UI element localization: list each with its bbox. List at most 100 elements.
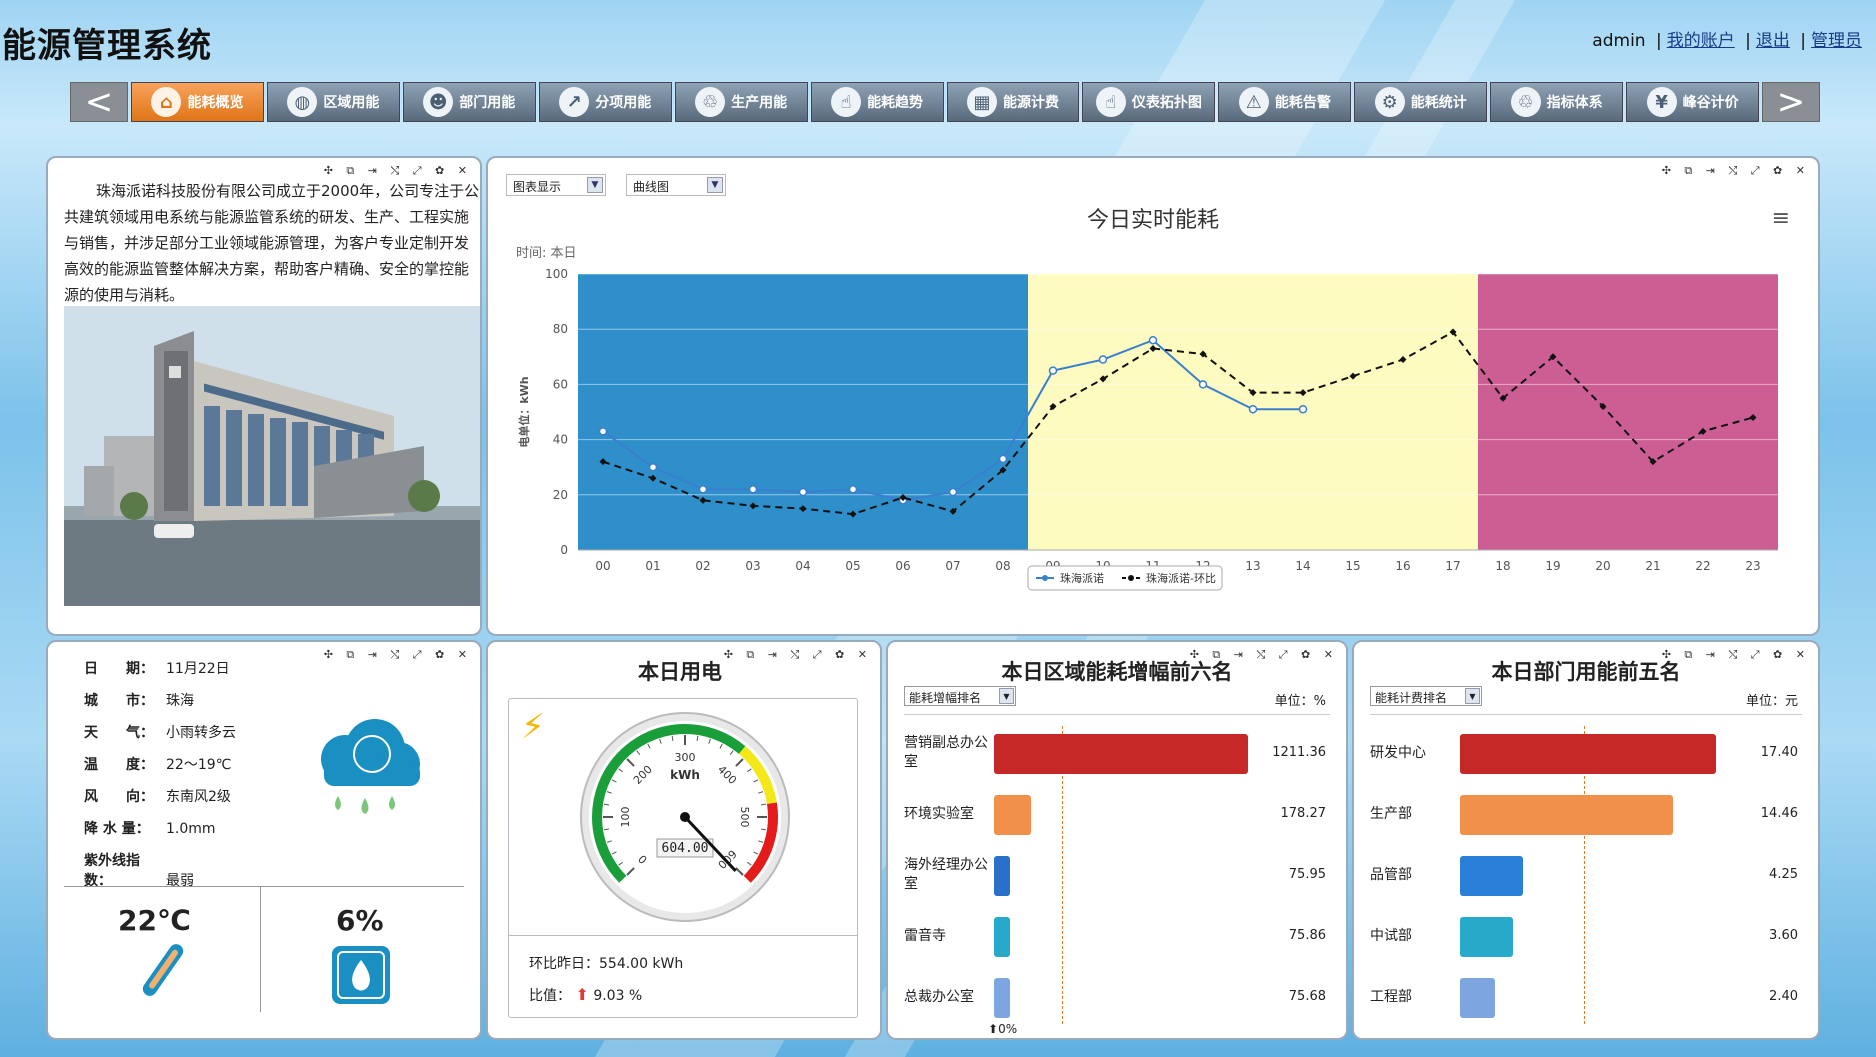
recycle-icon: ♲ — [695, 87, 726, 117]
electricity-title: 本日用电 — [638, 660, 722, 684]
legend-marker — [1128, 575, 1134, 581]
panel-toolbar[interactable]: ✣ ⧉ ⇥ ⤭ ⤢ ✿ ✕ — [724, 648, 872, 662]
weather-key: 城 市： — [84, 693, 154, 709]
nav-item-7[interactable]: ☝ 仪表拓扑图 — [1082, 82, 1216, 122]
gauge-box: ⚡ 0 100 200 300 400 500 600 kWh 604.00 环比昨日：554.… — [508, 698, 858, 1018]
arrow-up-icon: ⬆ — [988, 1022, 999, 1036]
rank-value: 1211.36 — [1272, 745, 1326, 760]
weather-key: 温 度： — [84, 757, 154, 773]
nav-item-8[interactable]: ⚠ 能耗告警 — [1218, 82, 1352, 122]
rank-label: 研发中心 — [1370, 745, 1426, 761]
rank-value: 17.40 — [1760, 745, 1798, 760]
rank-bar — [1460, 978, 1496, 1018]
gauge-hub — [680, 812, 690, 822]
thermometer-icon — [142, 944, 184, 996]
panel-toolbar[interactable]: ✣ ⧉ ⇥ ⤭ ⤢ ✿ ✕ — [324, 648, 472, 662]
admin-link[interactable]: 管理员 — [1811, 31, 1862, 51]
data-point — [798, 487, 808, 497]
gauge-tick-label: 500 — [738, 807, 751, 828]
rank-bar — [994, 795, 1032, 835]
data-point — [748, 485, 758, 494]
rank-value: 2.40 — [1769, 989, 1798, 1004]
dept-rank-select[interactable]: 能耗计费排名 ▼ — [1370, 686, 1482, 706]
nav-item-9[interactable]: ⚙ 能耗统计 — [1354, 82, 1488, 122]
ratio-value: 9.03 % — [593, 988, 643, 1004]
username: admin — [1592, 31, 1646, 51]
rank-bar — [994, 856, 1010, 896]
rank-bar — [994, 734, 1248, 774]
money-icon: ¥ — [1646, 87, 1677, 117]
nav-item-1[interactable]: ◍ 区域用能 — [266, 82, 400, 122]
rank-value: 178.27 — [1280, 806, 1327, 821]
nav-item-10[interactable]: ♲ 指标体系 — [1490, 82, 1624, 122]
my-account-link[interactable]: 我的账户 — [1667, 31, 1735, 51]
warning-icon: ⚠ — [1238, 87, 1269, 117]
weather-key: 降 水 量： — [84, 821, 150, 837]
x-tick-label: 21 — [1645, 559, 1660, 573]
x-tick-label: 16 — [1395, 559, 1410, 573]
gears-icon: ⚙ — [1374, 87, 1405, 117]
x-tick-label: 20 — [1595, 559, 1610, 573]
company-intro-text: 珠海派诺科技股份有限公司成立于2000年，公司专注于公共建筑领域用电系统与能源监… — [64, 182, 480, 304]
recycle-icon: ♲ — [1510, 87, 1541, 117]
yesterday-comparison: 环比昨日：554.00 kWh — [529, 956, 684, 972]
chevron-down-icon: ▼ — [1465, 688, 1480, 704]
rank-label: 雷音寺 — [904, 928, 946, 944]
rank-value: 4.25 — [1769, 867, 1798, 882]
weather-value: 东南风2级 — [166, 789, 231, 805]
nav-item-label: 能耗统计 — [1410, 95, 1467, 111]
rank-label: 环境实验室 — [904, 806, 974, 822]
rank-bar — [1460, 917, 1513, 957]
nav-item-0[interactable]: ⌂ 能耗概览 — [131, 82, 264, 122]
region-rank-select[interactable]: 能耗增幅排名 ▼ — [904, 686, 1016, 706]
electricity-gauge: 0100200300400500600kWh604.00 — [580, 712, 790, 922]
data-point — [598, 427, 608, 436]
legend-label: 珠海派诺-环比 — [1146, 571, 1216, 585]
x-tick-label: 06 — [895, 559, 910, 573]
nav-item-11[interactable]: ¥ 峰谷计价 — [1626, 82, 1760, 122]
y-tick-label: 20 — [553, 488, 568, 502]
weather-key: 风 向： — [84, 789, 154, 805]
nav-item-label: 能源计费 — [1002, 95, 1059, 111]
people-icon: ☻ — [423, 87, 454, 117]
y-tick-label: 80 — [553, 322, 568, 336]
dept-rank-panel: ✣ ⧉ ⇥ ⤭ ⤢ ✿ ✕ 本日部门用能前五名 能耗计费排名 ▼ 单位：元 研发… — [1352, 640, 1820, 1040]
nav-items: ⌂ 能耗概览 ◍ 区域用能 ☻ 部门用能 ↗ 分项用能 ♲ 生产用能 ☝ 能耗趋势 ▦ 能源计费 ☝ 仪表拓扑… — [131, 82, 1760, 122]
weather-row: 降 水 量： 1.0mm — [84, 818, 216, 838]
panel-toolbar[interactable]: ✣ ⧉ ⇥ ⤭ ⤢ ✿ ✕ — [324, 164, 472, 178]
nav-item-label: 峰谷计价 — [1682, 95, 1739, 111]
x-tick-label: 15 — [1345, 559, 1360, 573]
nav-item-2[interactable]: ☻ 部门用能 — [402, 82, 536, 122]
gauge-readout: 604.00 — [662, 841, 709, 856]
weather-row: 日 期： 11月22日 — [84, 658, 230, 678]
rank-bar — [1460, 734, 1716, 774]
ratio-row: 比值： ⬆ 9.03 % — [529, 985, 642, 1005]
logout-link[interactable]: 退出 — [1756, 31, 1790, 51]
nav-prev-button[interactable]: < — [70, 82, 128, 122]
rank-bar — [1460, 795, 1673, 835]
x-tick-label: 23 — [1745, 559, 1760, 573]
weather-row: 紫外线指数： 最弱 — [84, 850, 194, 890]
nav-item-4[interactable]: ♲ 生产用能 — [674, 82, 808, 122]
data-point — [1198, 380, 1208, 389]
x-tick-label: 19 — [1545, 559, 1560, 573]
nav-next-button[interactable]: > — [1762, 82, 1820, 122]
data-point — [1148, 335, 1158, 345]
app-title: 能源管理系统 — [2, 26, 212, 66]
data-point — [848, 485, 858, 494]
gauge-tick-label: 300 — [675, 751, 696, 764]
rank-bar — [994, 917, 1010, 957]
weather-key: 紫外线指数： — [84, 853, 140, 889]
nav-item-3[interactable]: ↗ 分项用能 — [538, 82, 672, 122]
y-tick-label: 0 — [560, 543, 568, 557]
building-image — [64, 306, 480, 606]
nav-item-5[interactable]: ☝ 能耗趋势 — [810, 82, 944, 122]
nav-item-6[interactable]: ▦ 能源计费 — [946, 82, 1080, 122]
nav-item-label: 仪表拓扑图 — [1131, 95, 1202, 111]
electricity-panel: ✣ ⧉ ⇥ ⤭ ⤢ ✿ ✕ 本日用电 ⚡ 0 100 200 300 400 500 600… — [486, 640, 882, 1040]
rank-value: 75.68 — [1288, 989, 1326, 1004]
dept-rank-select-value: 能耗计费排名 — [1375, 691, 1448, 705]
x-tick-label: 22 — [1695, 559, 1710, 573]
weather-divider — [64, 886, 464, 887]
rank-value: 75.95 — [1288, 867, 1326, 882]
